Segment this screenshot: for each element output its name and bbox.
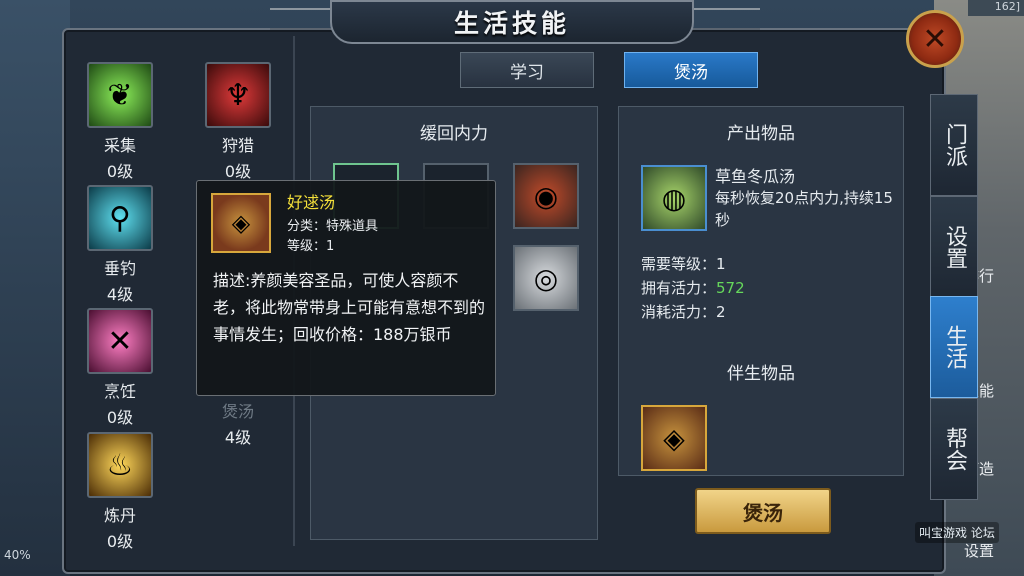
side-tab-label: 帮会: [942, 427, 967, 471]
side-tab-guild[interactable]: 帮会: [930, 398, 978, 500]
product-effect: 每秒恢复20点内力,持续15秒: [715, 189, 893, 229]
recipe-panel-title: 缓回内力: [420, 124, 488, 144]
recipe-slot[interactable]: ◉: [513, 163, 579, 229]
product-slot[interactable]: ◍: [641, 165, 707, 231]
tooltip-item-description: 描述:养颜美容圣品，可使人容颜不老，将此物常带身上可能有意想不到的事情发生；回收…: [213, 271, 486, 344]
skill-harvest[interactable]: ❦ 采集 0级: [80, 62, 160, 182]
skill-hunting[interactable]: ♆ 狩猎 0级: [198, 62, 278, 182]
side-tab-sect[interactable]: 门派: [930, 94, 978, 196]
required-level-value: 1: [716, 255, 726, 273]
tab-soup-label: 煲汤: [674, 62, 708, 83]
window-title-bar: 生活技能: [330, 0, 694, 44]
deer-antler-icon: ♆: [205, 62, 271, 128]
skill-level: 0级: [106, 408, 134, 427]
side-tab-label: 门派: [942, 123, 967, 167]
skill-name: 煲汤: [221, 402, 254, 421]
settings-hint: 设置: [963, 542, 994, 560]
cost-vitality-row: 消耗活力：2: [641, 301, 726, 322]
cost-vitality-value: 2: [716, 303, 726, 321]
owned-vitality-label: 拥有活力：: [641, 279, 717, 297]
skill-fishing[interactable]: ⚲ 垂钓 4级: [80, 185, 160, 305]
required-level-row: 需要等级：1: [641, 253, 726, 274]
make-soup-label: 煲汤: [743, 500, 783, 525]
skill-alchemy[interactable]: ♨ 炼丹 0级: [80, 432, 160, 552]
skill-name: 垂钓: [103, 259, 136, 278]
skill-name: 狩猎: [221, 136, 254, 155]
tab-learn[interactable]: 学习: [460, 52, 594, 88]
window-title: 生活技能: [453, 9, 570, 38]
owned-vitality-row: 拥有活力：572: [641, 277, 745, 298]
fish-soup-icon: ◍: [661, 181, 687, 215]
owned-vitality-value: 572: [716, 279, 745, 297]
beauty-soup-icon: ◈: [663, 421, 685, 455]
product-panel: 产出物品 ◍ 草鱼冬瓜汤 每秒恢复20点内力,持续15秒 需要等级：1 拥有活力…: [618, 106, 904, 476]
coordinate-tag: 162]: [968, 0, 1024, 16]
close-icon: ✕: [922, 21, 948, 57]
side-tab-life[interactable]: 生活: [930, 296, 978, 398]
side-tab-label: 设置: [942, 225, 967, 269]
close-button[interactable]: ✕: [906, 10, 964, 68]
by-product-slot[interactable]: ◈: [641, 405, 707, 471]
skill-level: 4级: [106, 285, 134, 304]
tooltip-item-name: 好逑汤: [287, 193, 336, 212]
side-tab-label: 生活: [942, 325, 967, 369]
tooltip-item-category: 分类：特殊道具: [287, 219, 379, 234]
soup-bowl-icon: ◎: [533, 261, 559, 295]
skill-cooking[interactable]: ✕ 烹饪 0级: [80, 308, 160, 428]
alchemy-cauldron-icon: ♨: [87, 432, 153, 498]
skill-name: 烹饪: [103, 382, 136, 401]
tab-soup[interactable]: 煲汤: [624, 52, 758, 88]
cost-vitality-label: 消耗活力：: [641, 303, 717, 321]
tooltip-item-level: 等级：1: [287, 239, 335, 254]
by-product-header: 伴生物品: [727, 364, 795, 384]
side-tab-settings[interactable]: 设置: [930, 196, 978, 298]
skill-level: 4级: [224, 428, 252, 447]
product-name: 草鱼冬瓜汤: [715, 167, 796, 186]
required-level-label: 需要等级：: [641, 255, 717, 273]
tab-learn-label: 学习: [510, 62, 544, 83]
skill-level: 0级: [106, 532, 134, 551]
title-ornament-right: [690, 8, 760, 30]
harvest-icon: ❦: [87, 62, 153, 128]
make-soup-button[interactable]: 煲汤: [695, 488, 831, 534]
percent-indicator: 40%: [4, 548, 31, 562]
beauty-soup-icon: ◈: [211, 193, 271, 253]
soup-bowl-icon: ◉: [533, 179, 559, 213]
fishing-icon: ⚲: [87, 185, 153, 251]
game-world-left: [0, 0, 70, 576]
skill-level: 0级: [106, 162, 134, 181]
skill-name: 炼丹: [103, 506, 136, 525]
forum-watermark: 叫宝游戏 论坛: [915, 522, 999, 543]
cooking-utensils-icon: ✕: [87, 308, 153, 374]
skill-level: 0级: [224, 162, 252, 181]
recipe-slot[interactable]: ◎: [513, 245, 579, 311]
product-header: 产出物品: [727, 124, 795, 144]
item-tooltip: ◈ 好逑汤 分类：特殊道具 等级：1 描述:养颜美容圣品，可使人容颜不老，将此物…: [196, 180, 496, 396]
skill-name: 采集: [103, 136, 136, 155]
